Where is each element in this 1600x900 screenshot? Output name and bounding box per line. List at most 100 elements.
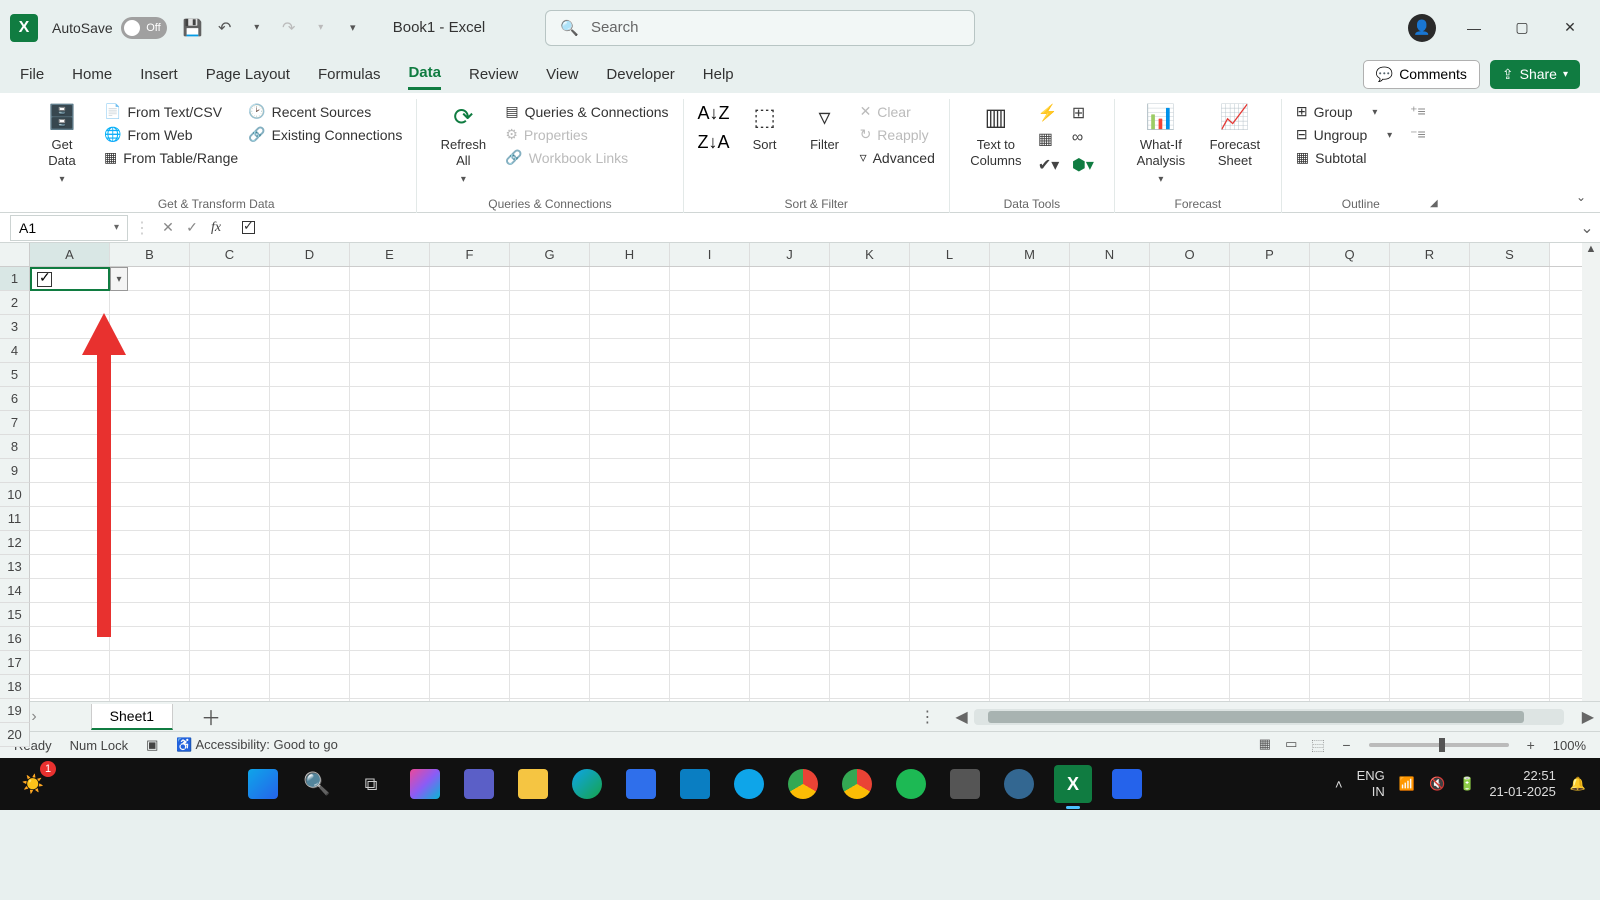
- search-input[interactable]: 🔍 Search: [545, 10, 975, 46]
- column-header-I[interactable]: I: [670, 243, 750, 266]
- task-view-icon[interactable]: ⧉: [352, 765, 390, 803]
- tips-icon[interactable]: [730, 765, 768, 803]
- tab-view[interactable]: View: [546, 60, 578, 89]
- row-header-18[interactable]: 18: [0, 675, 30, 699]
- tab-data[interactable]: Data: [408, 58, 441, 90]
- column-header-Q[interactable]: Q: [1310, 243, 1390, 266]
- hide-detail-icon[interactable]: ⁻≡: [1410, 126, 1426, 143]
- add-sheet-button[interactable]: ＋: [201, 702, 221, 731]
- flash-fill-icon[interactable]: ⚡: [1038, 103, 1066, 123]
- column-header-A[interactable]: A: [30, 243, 110, 266]
- chrome-icon[interactable]: [784, 765, 822, 803]
- sheet-nav-next-icon[interactable]: ›: [31, 708, 36, 726]
- column-header-M[interactable]: M: [990, 243, 1070, 266]
- zoom-level[interactable]: 100%: [1553, 738, 1586, 753]
- expand-formula-bar-icon[interactable]: ⌄: [1574, 218, 1600, 238]
- accessibility-status[interactable]: ♿ Accessibility: Good to go: [176, 737, 337, 753]
- row-header-11[interactable]: 11: [0, 507, 30, 531]
- remove-duplicates-icon[interactable]: ▦: [1038, 129, 1066, 149]
- ungroup-button[interactable]: ⊟Ungroup ▾: [1296, 126, 1392, 143]
- column-header-L[interactable]: L: [910, 243, 990, 266]
- cell-a1-filter-dropdown[interactable]: ▾: [110, 267, 128, 291]
- qat-customize-icon[interactable]: ▾: [343, 18, 363, 38]
- excel-taskbar-icon[interactable]: X: [1054, 765, 1092, 803]
- ms-store-icon[interactable]: [622, 765, 660, 803]
- zoom-out-button[interactable]: −: [1342, 737, 1350, 753]
- row-header-16[interactable]: 16: [0, 627, 30, 651]
- tab-help[interactable]: Help: [703, 60, 734, 89]
- show-detail-icon[interactable]: ⁺≡: [1410, 103, 1426, 120]
- hscroll-left-icon[interactable]: ◀: [949, 707, 973, 727]
- battery-icon[interactable]: 🔋: [1459, 776, 1475, 792]
- taskbar-search-icon[interactable]: 🔍: [298, 765, 336, 803]
- cells-area[interactable]: ▾: [30, 267, 1582, 701]
- pgadmin-icon[interactable]: [1000, 765, 1038, 803]
- select-all-corner[interactable]: [0, 243, 30, 267]
- whatif-analysis-button[interactable]: 📊 What-If Analysis ▾: [1129, 103, 1193, 186]
- sort-desc-icon[interactable]: Z↓A: [698, 132, 730, 153]
- sort-asc-icon[interactable]: A↓Z: [698, 103, 730, 124]
- tab-review[interactable]: Review: [469, 60, 518, 89]
- row-header-1[interactable]: 1: [0, 267, 30, 291]
- tab-insert[interactable]: Insert: [140, 60, 178, 89]
- queries-connections-button[interactable]: ▤Queries & Connections: [505, 103, 668, 120]
- row-header-10[interactable]: 10: [0, 483, 30, 507]
- column-header-O[interactable]: O: [1150, 243, 1230, 266]
- column-header-H[interactable]: H: [590, 243, 670, 266]
- tab-file[interactable]: File: [20, 60, 44, 89]
- text-to-columns-button[interactable]: ▥ Text to Columns: [964, 103, 1028, 168]
- row-header-13[interactable]: 13: [0, 555, 30, 579]
- sheet-tab-sheet1[interactable]: Sheet1: [91, 704, 173, 730]
- edge-icon[interactable]: [568, 765, 606, 803]
- row-header-4[interactable]: 4: [0, 339, 30, 363]
- column-header-J[interactable]: J: [750, 243, 830, 266]
- formula-input[interactable]: [228, 219, 1574, 236]
- notifications-icon[interactable]: 🔔: [1570, 776, 1586, 792]
- row-header-20[interactable]: 20: [0, 723, 30, 747]
- horizontal-scrollbar[interactable]: [974, 709, 1564, 725]
- user-avatar-icon[interactable]: 👤: [1408, 14, 1436, 42]
- undo-dropdown-icon[interactable]: ▾: [247, 18, 267, 38]
- cancel-formula-icon[interactable]: ✕: [156, 219, 180, 236]
- consolidate-icon[interactable]: ⊞: [1072, 103, 1100, 123]
- forecast-sheet-button[interactable]: 📈 Forecast Sheet: [1203, 103, 1267, 168]
- mail-icon[interactable]: [1108, 765, 1146, 803]
- zoom-in-button[interactable]: +: [1527, 737, 1535, 753]
- copilot-icon[interactable]: [406, 765, 444, 803]
- column-header-G[interactable]: G: [510, 243, 590, 266]
- teams-icon[interactable]: [460, 765, 498, 803]
- row-header-9[interactable]: 9: [0, 459, 30, 483]
- name-box[interactable]: A1 ▾: [10, 215, 128, 241]
- wifi-icon[interactable]: 📶: [1399, 776, 1415, 792]
- undo-icon[interactable]: ↶: [215, 18, 235, 38]
- volume-icon[interactable]: 🔇: [1429, 776, 1445, 792]
- language-indicator[interactable]: ENG IN: [1357, 768, 1385, 799]
- file-explorer-icon[interactable]: [514, 765, 552, 803]
- column-header-K[interactable]: K: [830, 243, 910, 266]
- row-header-3[interactable]: 3: [0, 315, 30, 339]
- chrome2-icon[interactable]: [838, 765, 876, 803]
- insert-function-icon[interactable]: fx: [204, 220, 228, 236]
- minimize-button[interactable]: —: [1462, 16, 1486, 40]
- row-header-5[interactable]: 5: [0, 363, 30, 387]
- advanced-filter-button[interactable]: ▿Advanced: [860, 149, 935, 166]
- group-rows-button[interactable]: ⊞Group ▾: [1296, 103, 1392, 120]
- spreadsheet-grid[interactable]: ABCDEFGHIJKLMNOPQRS 12345678910111213141…: [0, 243, 1600, 701]
- vertical-scrollbar[interactable]: ▲: [1582, 243, 1600, 701]
- row-header-17[interactable]: 17: [0, 651, 30, 675]
- normal-view-icon[interactable]: ▦: [1259, 736, 1271, 755]
- start-menu-icon[interactable]: [244, 765, 282, 803]
- column-header-N[interactable]: N: [1070, 243, 1150, 266]
- filter-button[interactable]: ▿ Filter: [800, 103, 850, 153]
- relationships-icon[interactable]: ∞: [1072, 129, 1100, 149]
- comments-button[interactable]: 💬 Comments: [1363, 60, 1480, 89]
- tab-home[interactable]: Home: [72, 60, 112, 89]
- page-layout-view-icon[interactable]: ▭: [1285, 736, 1297, 755]
- get-data-button[interactable]: 🗄️ Get Data ▾: [30, 103, 94, 186]
- redo-icon[interactable]: ↷: [279, 18, 299, 38]
- tab-page-layout[interactable]: Page Layout: [206, 60, 290, 89]
- data-validation-icon[interactable]: ✔▾: [1038, 155, 1066, 175]
- save-icon[interactable]: 💾: [183, 18, 203, 38]
- close-button[interactable]: ✕: [1558, 16, 1582, 40]
- row-header-8[interactable]: 8: [0, 435, 30, 459]
